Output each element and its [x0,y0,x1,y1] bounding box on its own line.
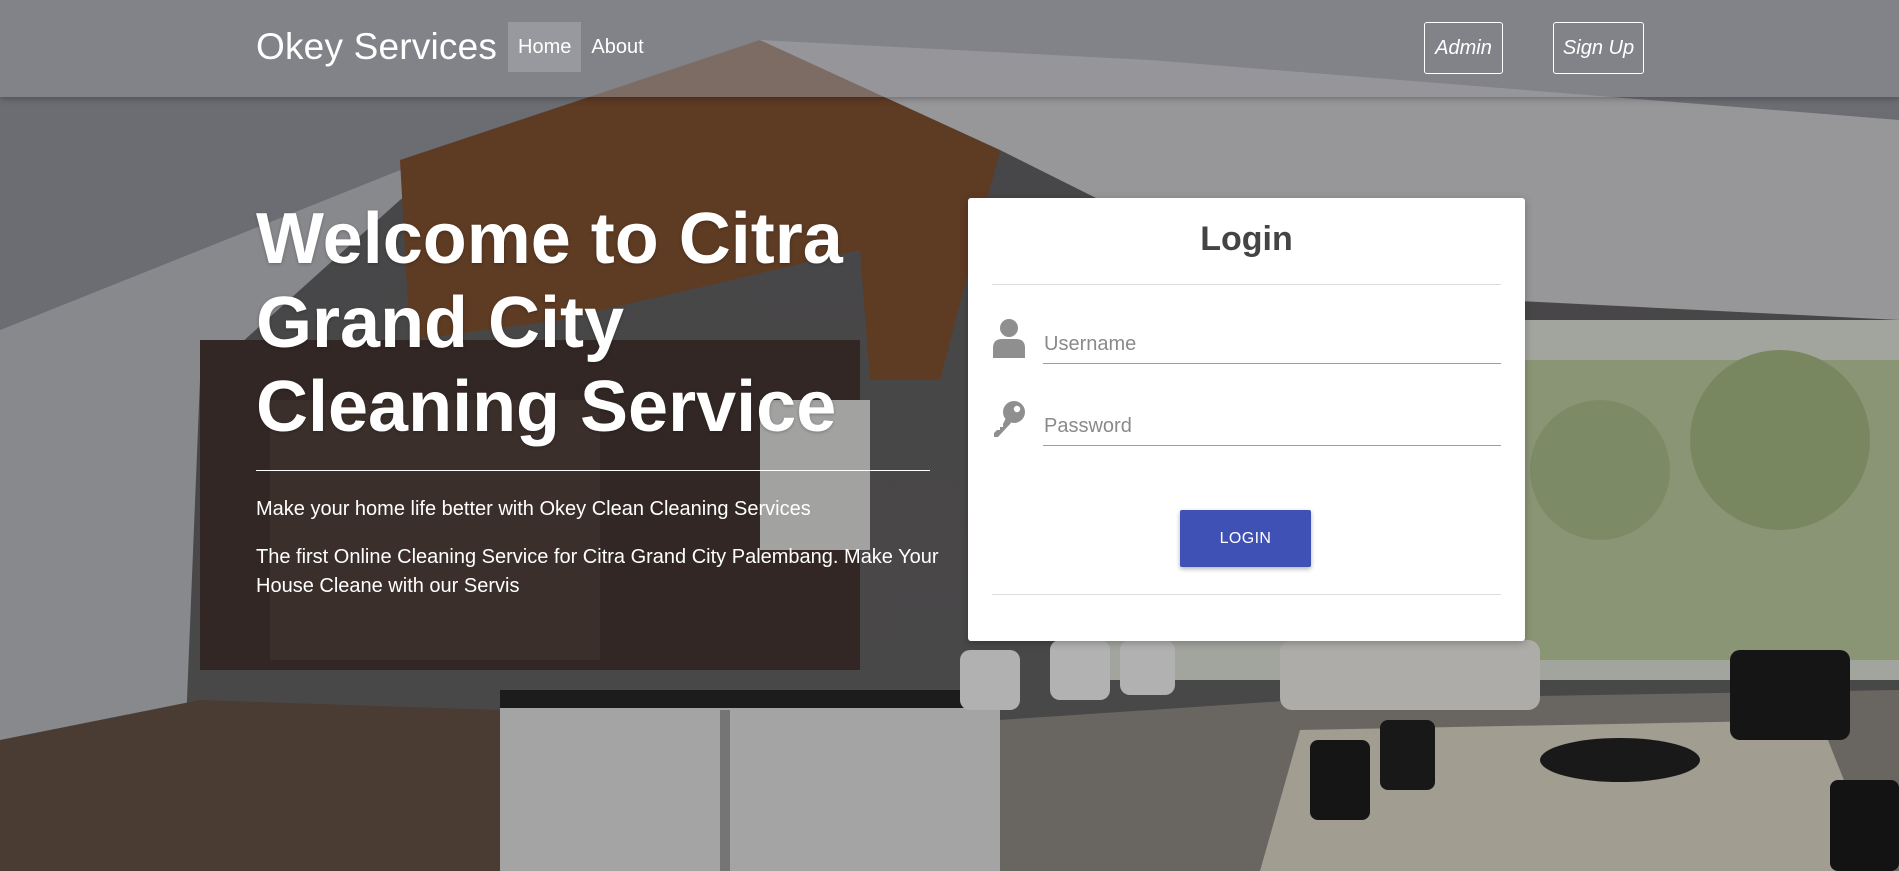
brand-logo[interactable]: Okey Services [256,26,497,68]
hero-description: The first Online Cleaning Service for Ci… [256,546,939,597]
login-title: Login [1200,220,1293,258]
login-card: Login LOGIN [968,198,1525,641]
hero-divider [256,470,930,471]
password-input[interactable] [1043,408,1501,446]
sign-up-button[interactable]: Sign Up [1553,22,1644,74]
hero-subtitle: Make your home life better with Okey Cle… [256,498,811,520]
hero-title: Welcome to Citra Grand City Cleaning Ser… [256,199,843,447]
nav-link-about[interactable]: About [581,22,653,72]
login-button[interactable]: LOGIN [1180,510,1311,567]
username-input[interactable] [1043,326,1501,364]
admin-button[interactable]: Admin [1424,22,1503,74]
card-divider-top [992,284,1501,285]
user-icon [992,318,1026,358]
nav-links: Home About [508,22,654,72]
hero-section: Welcome to Citra Grand City Cleaning Ser… [256,197,956,601]
page: Okey Services Home About Admin Sign Up W… [0,0,1899,871]
navbar: Okey Services Home About Admin Sign Up [0,0,1899,97]
card-divider-bottom [992,594,1501,595]
key-icon [992,400,1026,440]
nav-link-home[interactable]: Home [508,22,582,72]
